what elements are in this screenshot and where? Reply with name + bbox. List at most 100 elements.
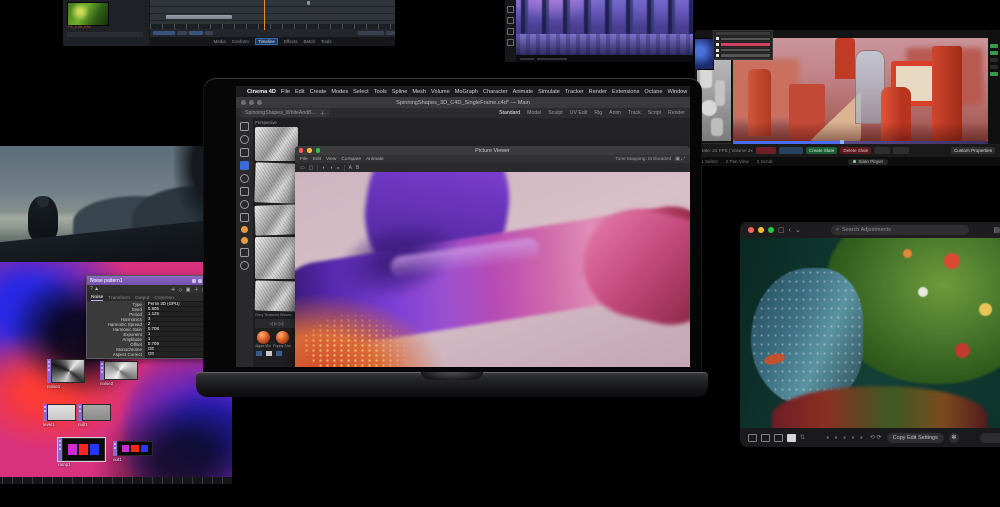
crop-button[interactable] <box>874 147 890 154</box>
menu-mesh[interactable]: Mesh <box>412 89 426 95</box>
menu-animate[interactable]: Animate <box>513 89 534 95</box>
star-rating[interactable]: ● ● ● ● ● <box>826 435 865 441</box>
layout-tab[interactable]: Anim <box>609 108 621 119</box>
grid-view-icon[interactable] <box>748 434 757 442</box>
gear-icon[interactable]: ✻ <box>949 433 959 443</box>
menu-character[interactable]: Character <box>483 89 508 95</box>
color-chip[interactable] <box>275 350 283 357</box>
open-folder-icon[interactable]: ▭ <box>300 165 305 171</box>
status-pill-green[interactable] <box>990 44 998 48</box>
snap-tool-icon[interactable] <box>240 200 249 209</box>
bottom-tab[interactable]: Media <box>213 39 225 44</box>
single-view-icon[interactable] <box>787 434 796 442</box>
split-view-icon[interactable] <box>774 434 783 442</box>
window-controls[interactable] <box>748 227 774 233</box>
color-chip[interactable] <box>255 350 263 357</box>
add-tab-icon[interactable]: ＋ <box>320 110 325 117</box>
back-icon[interactable]: ‹ <box>789 227 791 234</box>
node-level1[interactable]: level1 <box>43 404 76 421</box>
color-chip[interactable] <box>265 350 273 357</box>
menu-extensions[interactable]: Extensions <box>612 89 639 95</box>
layer-row[interactable] <box>714 53 772 59</box>
search-input[interactable]: ⌕ Search Adjustments <box>831 225 969 235</box>
compare-half-icon2[interactable]: ◑ <box>330 165 333 171</box>
pv-menu-compare[interactable]: Compare <box>341 157 361 162</box>
timeline-clip[interactable] <box>166 15 232 19</box>
viewport-label[interactable]: Perspective <box>255 120 298 125</box>
menu-volume[interactable]: Volume <box>431 89 450 95</box>
menu-create[interactable]: Create <box>310 89 327 95</box>
filter-pill-cut[interactable] <box>980 433 1000 443</box>
transport-chip[interactable] <box>520 58 534 60</box>
sidebar-toggle-icon[interactable]: ▢ <box>778 227 785 234</box>
create-slate-button[interactable]: Create Slate <box>806 147 838 154</box>
tool-icon[interactable] <box>507 28 514 35</box>
coord-dot-icon[interactable] <box>241 226 248 233</box>
parameter-row[interactable]: Aspect Correct Off <box>90 352 208 357</box>
pv-menu-file[interactable]: File <box>300 157 308 162</box>
pv-menu-edit[interactable]: Edit <box>313 157 321 162</box>
timeline-clip[interactable] <box>310 15 336 19</box>
tool-icon[interactable] <box>507 17 514 24</box>
bottom-tab[interactable]: Tools <box>321 39 332 44</box>
layout-tab[interactable]: Model <box>527 108 541 119</box>
material-item[interactable]: Poppy Star <box>274 331 290 348</box>
panel-icons[interactable]: ▣ ⤢ <box>675 156 685 162</box>
tone-mapping-dropdown[interactable]: Tone Mapping: Embedded <box>615 157 671 162</box>
find-tool-icon[interactable] <box>240 122 249 131</box>
tool-icon[interactable] <box>507 39 514 46</box>
layout-tab[interactable]: Script <box>648 108 661 119</box>
c4d-window-titlebar[interactable]: SpinningShapes_3D_C4D_SingleFrame.c4d* —… <box>236 97 690 108</box>
timeline-clip[interactable] <box>236 15 308 19</box>
timeline-transport[interactable]: ◁ ▷ ▷| <box>255 319 298 328</box>
help-icon[interactable]: ? ▲ <box>90 286 99 292</box>
select-tool-icon[interactable] <box>240 135 249 144</box>
bottom-tab[interactable]: Conform <box>232 39 249 44</box>
annotate-button[interactable] <box>756 147 776 154</box>
share-icon[interactable]: ▤ <box>993 227 1000 234</box>
toolbar-chip[interactable] <box>205 31 213 35</box>
layout-tab[interactable]: Render <box>668 108 685 119</box>
material-item[interactable]: Algae Mix <box>255 331 271 348</box>
menu-octane[interactable]: Octane <box>644 89 662 95</box>
pv-menu-animate[interactable]: Animate <box>366 157 384 162</box>
clip-thumbnail[interactable] <box>67 2 109 26</box>
layout-tab[interactable]: Rig <box>594 108 602 119</box>
tool-icon[interactable] <box>507 6 514 13</box>
menu-window[interactable]: Window <box>667 89 687 95</box>
node-noise1[interactable]: noise1 <box>47 359 85 383</box>
node-noise2[interactable]: noise2 <box>100 361 138 380</box>
menu-file[interactable]: File <box>281 89 290 95</box>
node-out1[interactable]: out1 <box>113 441 153 456</box>
rotate-icons[interactable]: ⟲ ⟳ <box>870 434 882 441</box>
close-button[interactable] <box>748 227 754 233</box>
bottom-tab[interactable]: Timeline <box>255 38 278 45</box>
compare-half-icon[interactable]: ◐ <box>322 165 325 171</box>
coord-dot-icon[interactable] <box>241 237 248 244</box>
custom-properties-button[interactable]: Custom Properties <box>951 147 995 154</box>
layout-tab[interactable]: Standard <box>499 108 520 119</box>
toolbar-chip[interactable] <box>189 31 203 35</box>
node-null1[interactable]: null1 <box>78 404 111 421</box>
timeline-clip[interactable] <box>310 1 336 5</box>
layout-tab[interactable]: Sculpt <box>548 108 562 119</box>
modeling-tool-icon[interactable] <box>240 261 249 270</box>
pen-tool-icon[interactable] <box>240 248 249 257</box>
save-icon[interactable]: ▢ <box>309 165 314 171</box>
menu-mograph[interactable]: MoGraph <box>455 89 478 95</box>
status-pill[interactable] <box>990 58 998 62</box>
td-timeline-strip[interactable] <box>0 477 232 484</box>
photo-editor-titlebar[interactable]: ▢ ‹ ⌄ ⌕ Search Adjustments ▤ <box>740 222 1000 238</box>
menu-spline[interactable]: Spline <box>392 89 408 95</box>
layout-tab[interactable]: Track <box>628 108 641 119</box>
mini-viewer-thumbnail[interactable] <box>695 38 714 70</box>
copy-edit-settings-button[interactable]: Copy Edit Settings <box>887 433 944 443</box>
picture-viewer-titlebar[interactable]: Picture Viewer <box>295 146 690 155</box>
timeline-clip[interactable] <box>307 1 310 5</box>
status-pill-green[interactable] <box>990 51 998 55</box>
version-b-icon[interactable]: B <box>356 165 359 171</box>
scale-tool-icon[interactable] <box>240 187 249 196</box>
compare-button[interactable] <box>779 147 803 154</box>
flip-button[interactable] <box>893 147 909 154</box>
status-pill-green[interactable] <box>990 72 998 76</box>
